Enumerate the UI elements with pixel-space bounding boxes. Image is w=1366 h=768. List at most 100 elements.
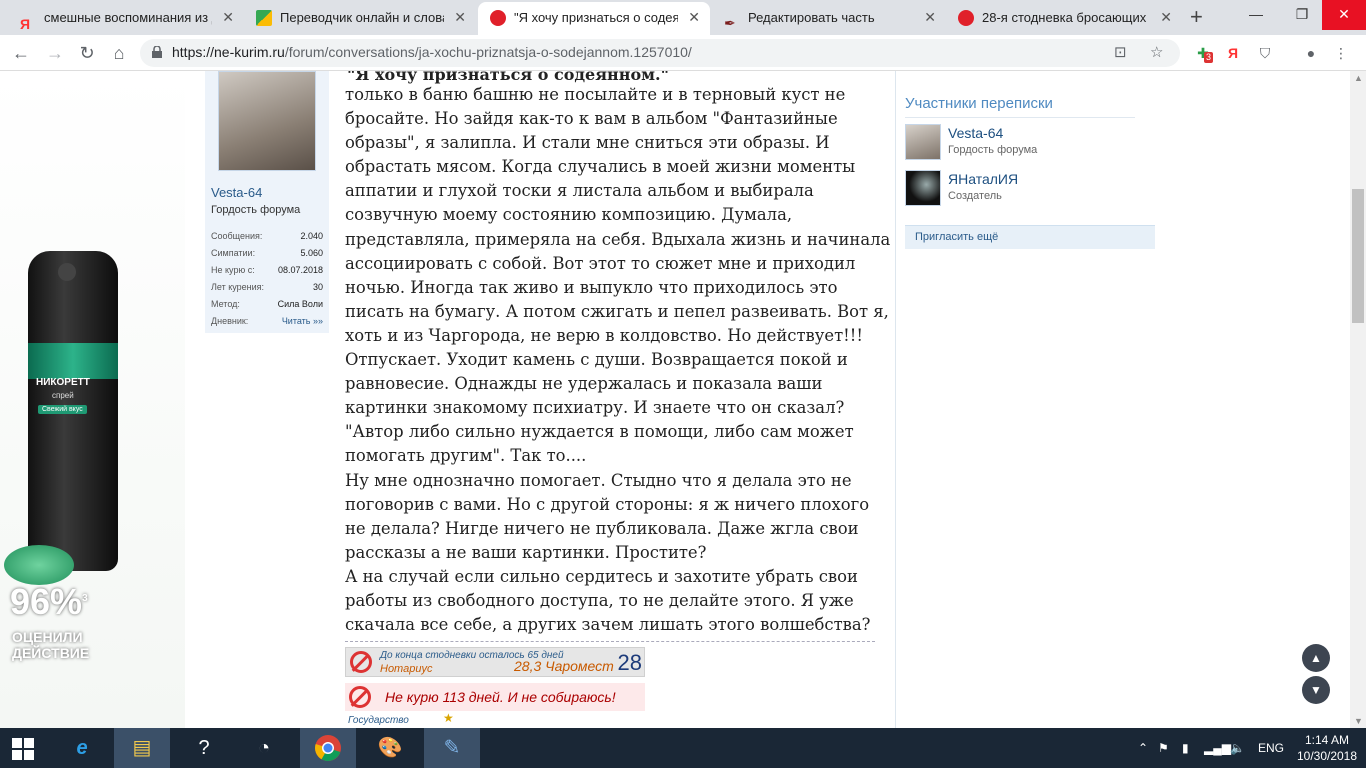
ad-rated: ОЦЕНИЛИ ДЕЙСТВИЕ [12,629,90,661]
home-button[interactable]: ⌂ [106,40,132,66]
nicorette-ad[interactable]: НИКОРЕТТ спрей Свежий вкус 96%3 ОЦЕНИЛИ Д… [0,251,130,671]
url-text: https://ne-kurim.ru/forum/conversations/… [172,44,692,60]
extension-badge: 3 [1204,52,1214,63]
message-line: созвучную моему состоянию композицию. Ду… [345,205,793,225]
countdown-label: Нотариус [380,663,433,675]
panel-separator [895,71,896,728]
participant-name[interactable]: Vesta-64 [948,125,1003,141]
mint-leaf-icon [4,545,74,585]
help-icon[interactable]: ? [176,728,232,768]
chrome-logo [315,735,341,762]
message-line: обрастать мясом. Когда случались в моей … [345,157,856,177]
message-line: не делала? Нигде ничего не публиковала. … [345,518,859,538]
paint-icon[interactable]: 🎨 [362,728,418,768]
forward-button[interactable]: → [42,40,68,66]
back-button[interactable]: ← [8,40,34,66]
address-bar[interactable]: https://ne-kurim.ru/forum/conversations/… [140,39,1180,67]
scroll-down-arrow-icon[interactable]: ▼ [1354,716,1363,726]
message-line: поговорив с вами. Но с другой стороны: я… [345,494,870,514]
tab-funny-memories[interactable]: Я смешные воспоминания из дет ✕ [8,2,244,35]
file-explorer-icon[interactable]: ▤ [114,728,170,768]
clock[interactable]: 1:14 AM 10/30/2018 [1292,732,1362,764]
start-button[interactable] [0,728,48,768]
participant-avatar[interactable] [905,170,941,206]
forum-content: Vesta-64 Гордость форума Сообщения: 2.040… [185,71,1165,728]
author-avatar[interactable] [218,71,316,171]
invite-more-button[interactable]: Пригласить ещё [905,225,1155,249]
no-smoke-banner[interactable]: Не курю 113 дней. И не собираюсь! [345,683,645,711]
scroll-up-button[interactable]: ▲ [1302,644,1330,672]
title-underline [905,117,1135,118]
message-line: картинки знакомому психиатру. И знаете ч… [345,398,845,418]
message-line: ассоциировать с собой. Вот этот то сюжет… [345,253,856,273]
bookmark-star-icon[interactable]: ☆ [1150,43,1163,61]
internet-explorer-icon[interactable]: e [54,728,110,768]
participant-name[interactable]: ЯНаталИЯ [948,171,1018,187]
ad-sub: спрей [52,391,74,400]
tab-title: смешные воспоминания из дет [44,10,212,25]
close-icon[interactable]: ✕ [924,2,936,33]
language-indicator[interactable]: ENG [1258,728,1284,768]
message-line: помогать другим". Так то.... [345,446,587,466]
no-entry-icon [958,10,974,26]
volume-icon[interactable]: 🔈 [1230,728,1245,768]
tab-stodnevka[interactable]: 28-я стодневка бросающих кур ✕ [946,2,1182,35]
message-line: Отпускает. Уходит камень с души. Возвращ… [345,350,848,370]
tab-strip: Я смешные воспоминания из дет ✕ Переводч… [0,0,1366,35]
profile-icon[interactable]: ● [1300,42,1322,64]
notepad-icon[interactable]: ✎ [424,728,480,768]
countdown-banner[interactable]: До конца стодневки осталось 65 дней Нота… [345,647,645,677]
network-icon[interactable]: ▂▄▆ [1204,728,1231,768]
tab-edit-part[interactable]: ✒ Редактировать часть ✕ [712,2,946,35]
menu-icon[interactable]: ⋮ [1330,42,1352,64]
close-icon[interactable]: ✕ [222,2,234,33]
yandex-icon: Я [20,16,31,32]
message-line: писать на бумагу. А потом сжигать и пепе… [345,301,889,321]
message-line: образы", я залипла. И стали мне сниться … [345,133,830,153]
spray-bottle: НИКОРЕТТ спрей Свежий вкус [28,251,118,571]
url-path: /forum/conversations/ja-xochu-priznatsja… [284,44,692,60]
participant-item[interactable]: Vesta-64 Гордость форума [905,124,1135,164]
new-tab-button[interactable]: + [1190,4,1203,30]
scroll-up-arrow-icon[interactable]: ▲ [1354,73,1363,83]
message-body: только в баню башню не посылайте и в тер… [345,83,890,637]
signature-footer: Государство [348,715,409,726]
extension-icon[interactable]: ✚ 3 [1192,42,1214,64]
taskbar: e ▤ ? ◔ 🎨 ✎ ⌃ ⚑ ▮ ▂▄▆ 🔈 ENG 1:14 AM 10/30… [0,728,1366,768]
participant-item[interactable]: ЯНаталИЯ Создатель [905,170,1135,210]
tab-translator[interactable]: Переводчик онлайн и словарь ✕ [244,2,476,35]
scroll-down-button[interactable]: ▼ [1302,676,1330,704]
clock-time: 1:14 AM [1304,733,1350,747]
countdown-days: 28 [617,650,642,675]
close-window-button[interactable]: ✕ [1322,0,1366,30]
close-icon[interactable]: ✕ [454,2,466,33]
page-scrollbar[interactable]: ▲ ▼ [1350,71,1366,728]
message-line: равновесие. Однажды не удержалась и пока… [345,374,823,394]
show-hidden-icons[interactable]: ⌃ [1138,728,1148,768]
tab-title: Редактировать часть [748,10,875,25]
scrollbar-thumb[interactable] [1352,189,1364,323]
ad-flavor: Свежий вкус [38,405,87,414]
participant-role: Гордость форума [948,144,1038,156]
close-icon[interactable]: ✕ [688,2,700,33]
page-viewport: НИКОРЕТТ спрей Свежий вкус 96%3 ОЦЕНИЛИ Д… [0,71,1366,728]
restore-button[interactable]: ❐ [1280,0,1324,30]
flag-icon[interactable]: ⚑ [1158,728,1169,768]
diary-link[interactable]: Читать »» [282,316,323,326]
author-name[interactable]: Vesta-64 [211,185,262,200]
translate-icon[interactable]: ⊡ [1114,43,1127,61]
message-line: рассказы а не ваши картинки. Простите? [345,542,707,562]
tab-confession-active[interactable]: "Я хочу признаться о содеянно ✕ [478,2,710,35]
minimize-button[interactable]: — [1234,0,1278,30]
author-stat: Не курю с: 08.07.2018 [211,265,323,275]
message-line: работы из свободного доступа, то не дела… [345,590,854,610]
battery-icon[interactable]: ▮ [1182,728,1189,768]
clock-date: 10/30/2018 [1296,749,1358,763]
close-icon[interactable]: ✕ [1160,2,1172,33]
mouse-app-icon[interactable]: ◔ [236,728,292,768]
reload-button[interactable]: ↻ [74,40,100,66]
bag-icon[interactable]: ⛉ [1254,42,1276,64]
participant-avatar[interactable] [905,124,941,160]
chrome-icon[interactable] [300,728,356,768]
yandex-extension-icon[interactable]: Я [1222,42,1244,64]
